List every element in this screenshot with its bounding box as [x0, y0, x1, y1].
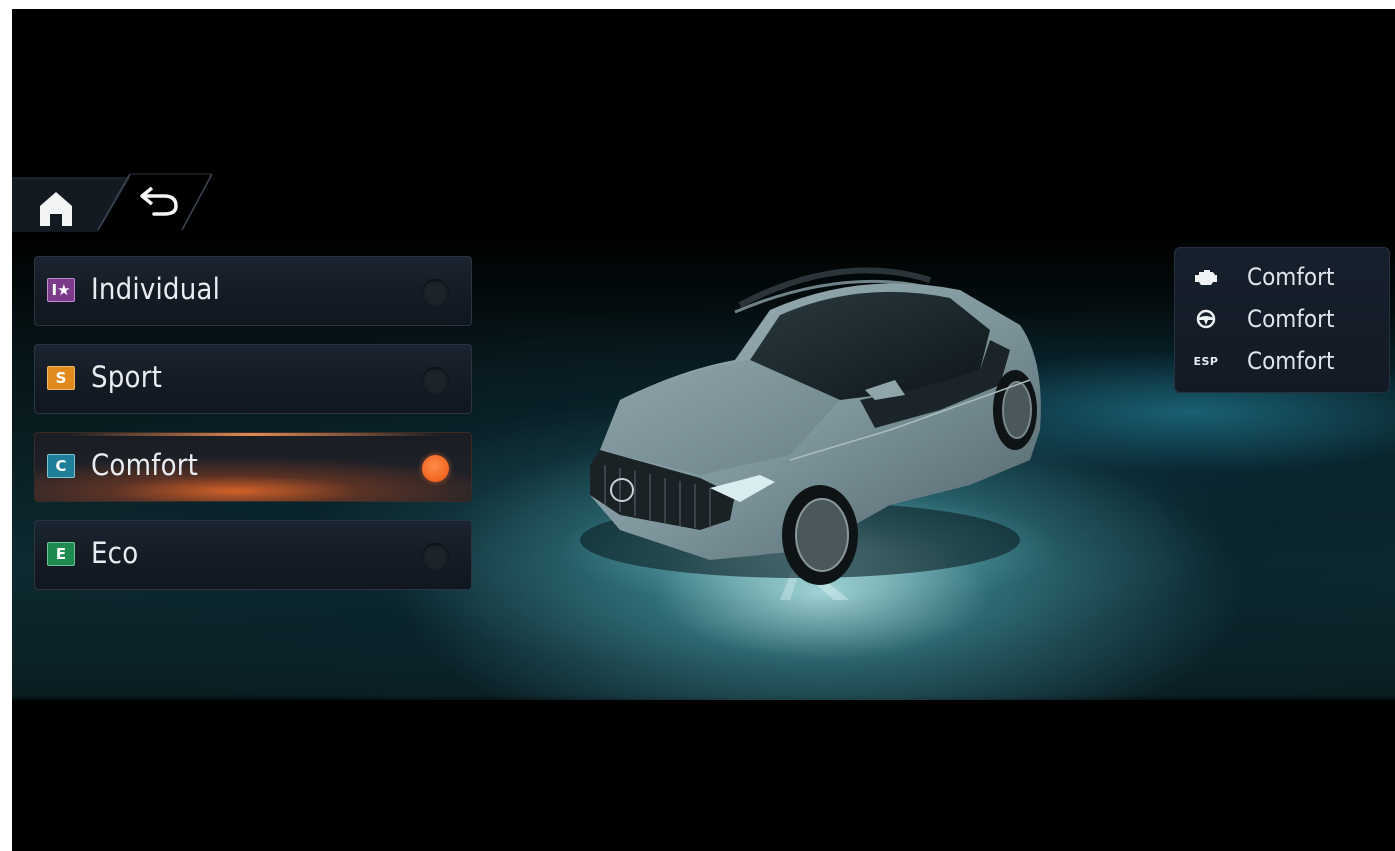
radio-button[interactable] — [422, 367, 449, 394]
mode-label-individual: Individual — [91, 272, 221, 306]
drive-program-screen: I★ Individual S Sport C Comfort E Eco Co… — [0, 0, 1395, 851]
mode-label-eco: Eco — [91, 536, 139, 570]
radio-button-selected[interactable] — [422, 455, 449, 482]
steering-setting-value: Comfort — [1247, 305, 1335, 333]
esp-setting-row: ESP Comfort — [1175, 342, 1391, 382]
car-image — [560, 267, 1060, 600]
mode-eco[interactable]: E Eco — [34, 520, 472, 590]
mode-badge-sport: S — [47, 366, 75, 390]
back-arrow-icon — [140, 186, 178, 216]
engine-setting-value: Comfort — [1247, 263, 1335, 291]
mode-individual[interactable]: I★ Individual — [34, 256, 472, 326]
esp-icon: ESP — [1191, 348, 1221, 374]
steering-wheel-icon — [1191, 306, 1221, 332]
frame-edge-left — [0, 0, 12, 851]
mode-badge-eco: E — [47, 542, 75, 566]
mode-label-sport: Sport — [91, 360, 163, 394]
engine-icon — [1191, 264, 1221, 290]
mode-settings-panel: Comfort Comfort ESP Comfort — [1174, 247, 1390, 393]
mode-badge-comfort: C — [47, 454, 75, 478]
radio-button[interactable] — [422, 279, 449, 306]
mode-badge-individual: I★ — [47, 278, 75, 302]
radio-button[interactable] — [422, 543, 449, 570]
back-button[interactable] — [132, 176, 192, 228]
mode-sport[interactable]: S Sport — [34, 344, 472, 414]
top-navigation — [12, 172, 222, 232]
steering-setting-row: Comfort — [1175, 300, 1391, 340]
home-icon — [40, 192, 72, 226]
esp-setting-value: Comfort — [1247, 347, 1335, 375]
frame-edge-top — [0, 0, 1395, 9]
engine-setting-row: Comfort — [1175, 258, 1391, 298]
drive-mode-list: I★ Individual S Sport C Comfort E Eco — [34, 256, 474, 608]
mode-comfort[interactable]: C Comfort — [34, 432, 472, 502]
esp-icon-text: ESP — [1193, 354, 1219, 368]
home-button[interactable] — [26, 182, 86, 234]
mode-label-comfort: Comfort — [91, 448, 199, 482]
